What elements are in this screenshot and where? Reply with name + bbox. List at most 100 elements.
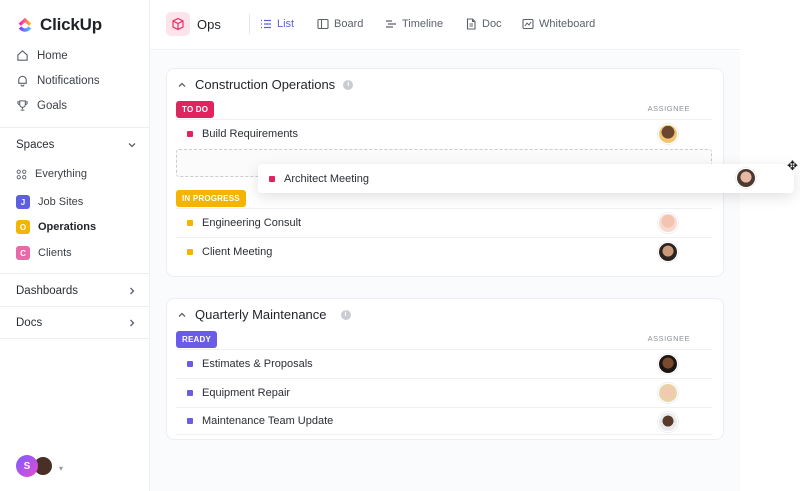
- sidebar-divider: [0, 306, 150, 307]
- list-title: Construction Operations: [195, 77, 336, 92]
- clickup-logo-icon: [18, 17, 32, 32]
- task-row[interactable]: Equipment Repair: [176, 378, 712, 406]
- assignee-avatar[interactable]: [658, 354, 678, 374]
- move-cursor-icon: ✥: [787, 158, 798, 173]
- whiteboard-icon: [522, 18, 534, 30]
- status-dot: [187, 389, 193, 396]
- spaces-header-label: Spaces: [16, 139, 55, 151]
- spaces-header[interactable]: Spaces: [16, 139, 137, 151]
- nav-home[interactable]: Home: [16, 49, 68, 62]
- space-clients-label: Clients: [38, 247, 72, 259]
- status-dot: [187, 360, 193, 367]
- task-name[interactable]: Build Requirements: [202, 128, 298, 140]
- assignee-avatar[interactable]: [736, 168, 756, 188]
- task-name[interactable]: Architect Meeting: [284, 173, 369, 185]
- trophy-icon: [17, 100, 28, 111]
- bell-icon: [18, 75, 27, 87]
- chevron-down-icon: [128, 143, 136, 148]
- status-dot: [187, 248, 193, 255]
- space-operations[interactable]: O Operations: [16, 220, 96, 234]
- cube-icon: [166, 12, 190, 36]
- task-row[interactable]: Build Requirements: [176, 119, 712, 147]
- tab-doc-label: Doc: [482, 18, 502, 30]
- topbar: Ops List Board Timeline Doc Whiteboard: [150, 0, 740, 50]
- space-operations-label: Operations: [38, 221, 97, 233]
- tab-board-label: Board: [334, 18, 364, 30]
- task-row[interactable]: Estimates & Proposals: [176, 349, 712, 377]
- info-icon[interactable]: i: [340, 309, 351, 320]
- timeline-icon: [386, 20, 396, 28]
- assignee-avatar[interactable]: [658, 242, 678, 262]
- tab-doc[interactable]: Doc: [465, 18, 502, 30]
- sidebar-divider: [0, 338, 150, 339]
- nav-notifications[interactable]: Notifications: [16, 74, 100, 87]
- list-title: Quarterly Maintenance: [195, 307, 327, 322]
- sidebar-divider: [0, 273, 150, 274]
- dragged-task-card[interactable]: Architect Meeting: [258, 164, 794, 193]
- tab-list[interactable]: List: [260, 18, 294, 30]
- topbar-divider: [249, 14, 250, 34]
- task-name[interactable]: Equipment Repair: [202, 387, 290, 399]
- assignee-avatar[interactable]: [658, 213, 678, 233]
- user-menu-indicator[interactable]: ▾: [59, 464, 63, 473]
- assignee-avatar[interactable]: [658, 124, 678, 144]
- user-avatar[interactable]: S: [16, 455, 38, 477]
- page-title: Ops: [197, 17, 221, 32]
- home-icon: [17, 50, 28, 61]
- space-job-sites-label: Job Sites: [38, 196, 84, 208]
- tab-whiteboard-label: Whiteboard: [539, 18, 596, 30]
- space-badge: O: [16, 220, 30, 234]
- list-header[interactable]: Construction Operations i: [177, 77, 354, 92]
- docs-section[interactable]: Docs: [16, 317, 137, 329]
- assignee-avatar[interactable]: [658, 412, 678, 432]
- task-name[interactable]: Maintenance Team Update: [202, 415, 333, 427]
- nav-home-label: Home: [37, 49, 68, 62]
- tab-timeline[interactable]: Timeline: [385, 18, 443, 30]
- space-everything[interactable]: Everything: [16, 168, 87, 180]
- board-icon: [317, 18, 329, 30]
- task-row[interactable]: Client Meeting: [176, 237, 712, 265]
- list-icon: [261, 19, 271, 29]
- docs-label: Docs: [16, 317, 43, 329]
- chevron-up-icon[interactable]: [177, 310, 187, 320]
- assignee-column-header: ASSIGNEE: [647, 334, 690, 343]
- space-job-sites[interactable]: J Job Sites: [16, 195, 83, 209]
- doc-icon: [466, 18, 476, 30]
- status-dot: [269, 175, 275, 182]
- task-row[interactable]: Engineering Consult: [176, 208, 712, 236]
- status-badge[interactable]: IN PROGRESS: [176, 190, 246, 207]
- space-badge: C: [16, 246, 30, 260]
- app-name: ClickUp: [40, 15, 102, 34]
- status-dot: [187, 219, 193, 226]
- tab-timeline-label: Timeline: [402, 18, 444, 30]
- nav-goals[interactable]: Goals: [16, 99, 67, 112]
- task-row[interactable]: Maintenance Team Update: [176, 407, 712, 435]
- nav-goals-label: Goals: [37, 99, 68, 112]
- chevron-up-icon[interactable]: [177, 80, 187, 90]
- status-badge[interactable]: TO DO: [176, 101, 215, 118]
- clickup-logo[interactable]: ClickUp: [16, 15, 102, 35]
- sidebar: ClickUp Home Notifications Goals Spaces …: [0, 0, 150, 491]
- chevron-right-icon: [130, 287, 135, 295]
- assignee-column-header: ASSIGNEE: [647, 104, 690, 113]
- dashboards-label: Dashboards: [16, 285, 79, 297]
- task-name[interactable]: Estimates & Proposals: [202, 358, 313, 370]
- tab-board[interactable]: Board: [317, 18, 363, 30]
- everything-icon: [16, 169, 27, 179]
- tab-whiteboard[interactable]: Whiteboard: [522, 18, 595, 30]
- sidebar-divider: [0, 127, 150, 128]
- status-badge[interactable]: READY: [176, 331, 218, 348]
- chevron-right-icon: [130, 319, 135, 327]
- assignee-avatar[interactable]: [658, 383, 678, 403]
- list-header[interactable]: Quarterly Maintenance i: [177, 307, 351, 322]
- status-dot: [187, 130, 193, 137]
- dashboards-section[interactable]: Dashboards: [16, 285, 137, 297]
- space-clients[interactable]: C Clients: [16, 246, 72, 260]
- task-name[interactable]: Client Meeting: [202, 246, 272, 258]
- tab-list-label: List: [277, 18, 295, 30]
- nav-notifications-label: Notifications: [37, 74, 100, 87]
- task-name[interactable]: Engineering Consult: [202, 217, 301, 229]
- space-badge: J: [16, 195, 30, 209]
- space-everything-label: Everything: [35, 168, 87, 180]
- info-icon[interactable]: i: [343, 79, 354, 90]
